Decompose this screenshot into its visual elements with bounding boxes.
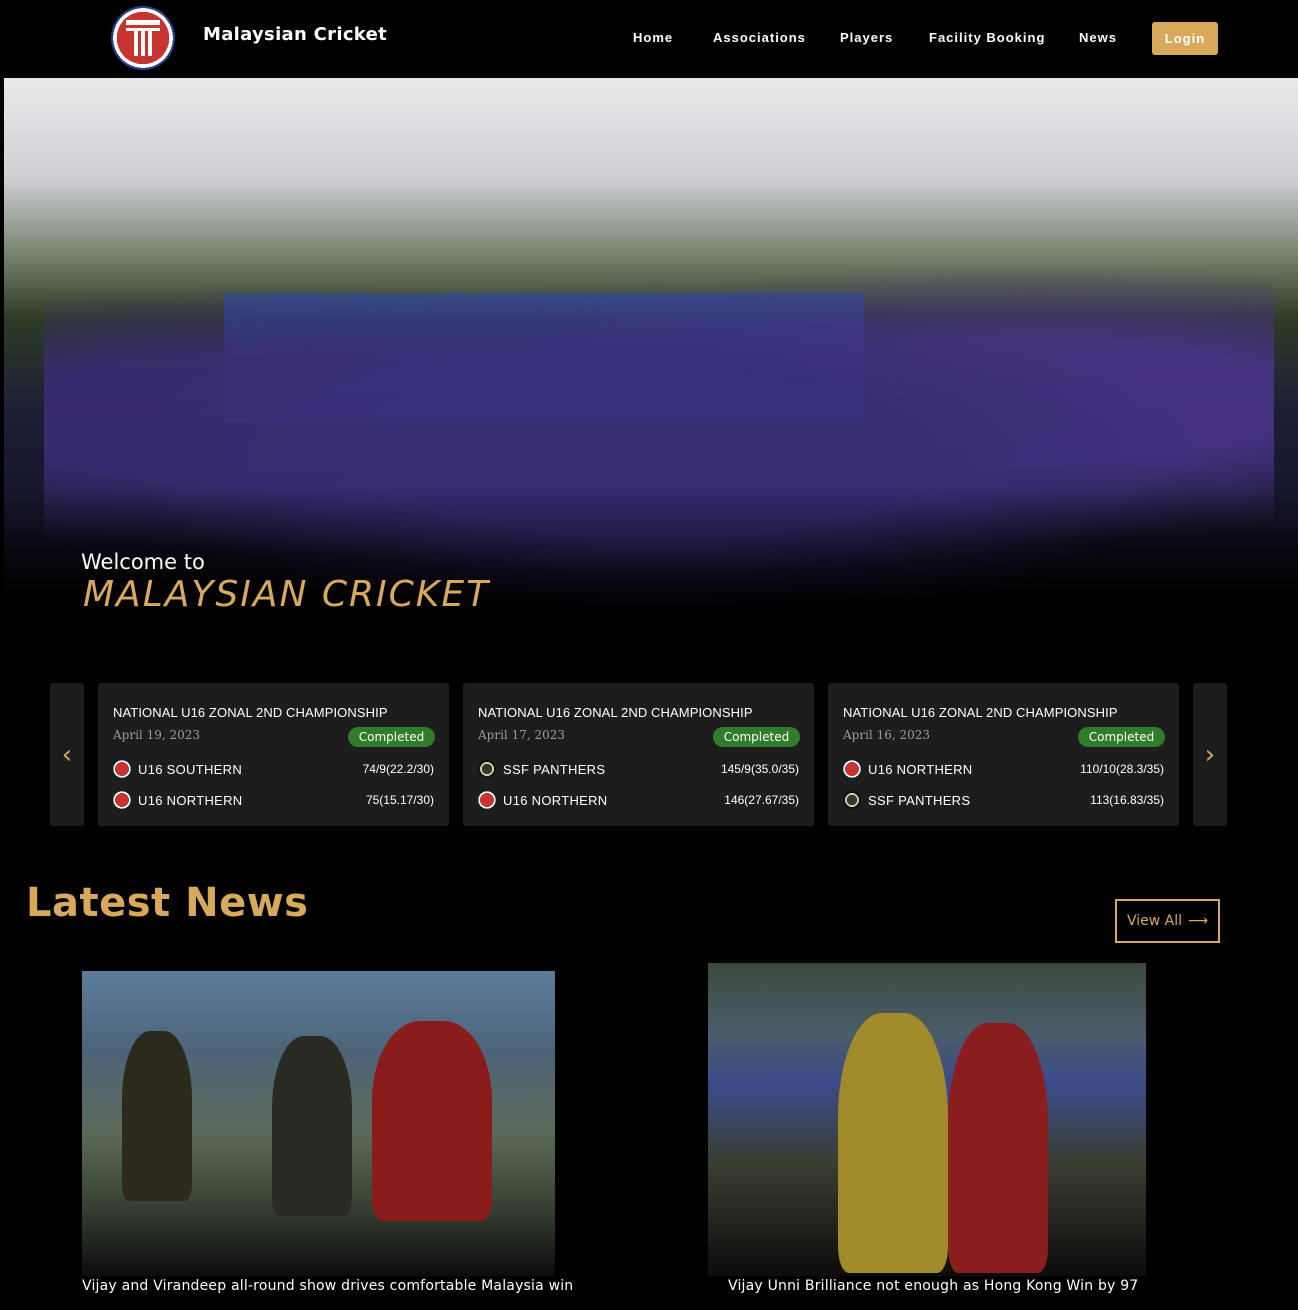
- match-card[interactable]: NATIONAL U16 ZONAL 2ND CHAMPIONSHIP Apri…: [463, 683, 814, 826]
- news-headline[interactable]: Vijay and Virandeep all-round show drive…: [82, 1278, 573, 1294]
- login-button[interactable]: Login: [1152, 22, 1218, 55]
- top-navbar: Malaysian Cricket Home Associations Play…: [4, 0, 1298, 78]
- nav-link-facility-booking[interactable]: Facility Booking: [929, 30, 1045, 45]
- team-logo-icon: [843, 791, 861, 809]
- team-row: SSF PANTHERS: [478, 760, 605, 778]
- chevron-right-icon: ›: [1204, 739, 1216, 770]
- team-score: 75(15.17/30): [365, 793, 434, 807]
- status-badge: Completed: [1078, 727, 1165, 747]
- chevron-left-icon: ‹: [61, 739, 73, 770]
- team-row: U16 NORTHERN: [843, 760, 973, 778]
- nav-link-news[interactable]: News: [1079, 30, 1117, 45]
- hero-welcome-text: Welcome to: [81, 550, 205, 574]
- team-row: U16 NORTHERN: [478, 791, 608, 809]
- team-score: 113(16.83/35): [1090, 793, 1164, 807]
- team-name: U16 SOUTHERN: [138, 761, 243, 777]
- team-logo-icon: [478, 760, 496, 778]
- view-all-label: View All: [1126, 913, 1182, 929]
- nav-link-players[interactable]: Players: [840, 30, 893, 45]
- team-row: U16 NORTHERN: [113, 791, 243, 809]
- team-score: 146(27.67/35): [724, 793, 799, 807]
- team-logo-icon: [478, 791, 496, 809]
- matches-next-button[interactable]: ›: [1193, 683, 1227, 826]
- team-name: SSF PANTHERS: [503, 761, 606, 777]
- brand-name[interactable]: Malaysian Cricket: [203, 24, 387, 45]
- team-score: 74/9(22.2/30): [362, 762, 434, 776]
- news-image[interactable]: [82, 971, 555, 1276]
- team-name: U16 NORTHERN: [503, 792, 608, 808]
- team-logo-icon: [843, 760, 861, 778]
- nav-link-associations[interactable]: Associations: [713, 30, 806, 45]
- latest-news-heading: Latest News: [26, 880, 309, 926]
- team-name: U16 NORTHERN: [138, 792, 243, 808]
- match-card[interactable]: NATIONAL U16 ZONAL 2ND CHAMPIONSHIP Apri…: [98, 683, 449, 826]
- match-date: April 17, 2023: [478, 728, 566, 742]
- team-name: SSF PANTHERS: [868, 792, 971, 808]
- match-card[interactable]: NATIONAL U16 ZONAL 2ND CHAMPIONSHIP Apri…: [828, 683, 1179, 826]
- malaysian-cricket-logo[interactable]: [111, 6, 175, 70]
- team-score: 110/10(28.3/35): [1080, 762, 1164, 776]
- match-date: April 16, 2023: [843, 728, 931, 742]
- team-row: U16 SOUTHERN: [113, 760, 242, 778]
- logo-emblem-icon: [126, 20, 160, 56]
- matches-prev-button[interactable]: ‹: [50, 683, 84, 826]
- match-title: NATIONAL U16 ZONAL 2ND CHAMPIONSHIP: [843, 705, 1118, 720]
- team-name: U16 NORTHERN: [868, 761, 973, 777]
- status-badge: Completed: [713, 727, 800, 747]
- view-all-button[interactable]: View All ⟶: [1115, 899, 1220, 943]
- hero-title: MALAYSIAN CRICKET: [83, 574, 491, 614]
- team-row: SSF PANTHERS: [843, 791, 970, 809]
- status-badge: Completed: [348, 727, 435, 747]
- arrow-right-icon: ⟶: [1187, 913, 1209, 929]
- match-title: NATIONAL U16 ZONAL 2ND CHAMPIONSHIP: [113, 705, 388, 720]
- news-headline[interactable]: Vijay Unni Brilliance not enough as Hong…: [728, 1278, 1138, 1294]
- nav-link-home[interactable]: Home: [633, 30, 673, 45]
- news-image[interactable]: [708, 963, 1146, 1276]
- match-title: NATIONAL U16 ZONAL 2ND CHAMPIONSHIP: [478, 705, 753, 720]
- team-score: 145/9(35.0/35): [720, 762, 799, 776]
- match-date: April 19, 2023: [113, 728, 201, 742]
- team-logo-icon: [113, 760, 131, 778]
- team-logo-icon: [113, 791, 131, 809]
